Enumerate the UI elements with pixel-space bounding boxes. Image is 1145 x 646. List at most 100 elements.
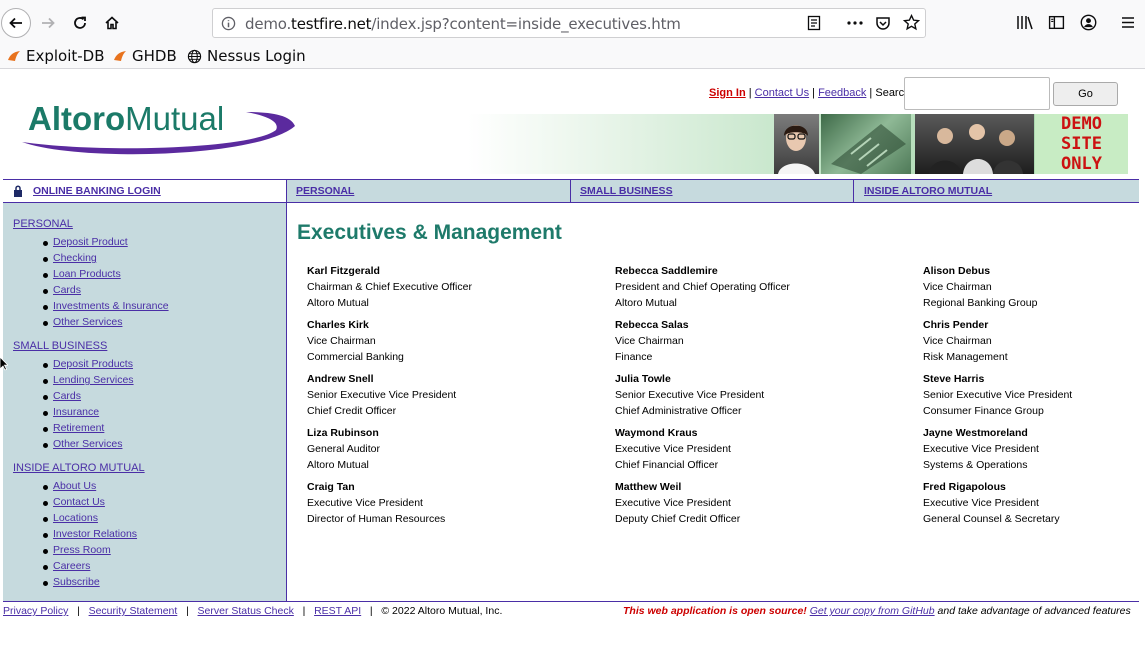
executive-title: President and Chief Operating Officer bbox=[615, 281, 790, 293]
executive-entry: Waymond Kraus Executive Vice President Chi… bbox=[615, 425, 915, 479]
sidebar-link-other-services[interactable]: Other Services bbox=[53, 316, 122, 328]
sidebar-heading-inside-altoro[interactable]: INSIDE ALTORO MUTUAL bbox=[13, 462, 145, 474]
open-source-notice: This web application is open source! Get… bbox=[623, 605, 1131, 617]
sidebar-link-cards[interactable]: Cards bbox=[53, 390, 81, 402]
url-text: demo.testfire.net/index.jsp?content=insi… bbox=[245, 15, 681, 33]
sidebar-link-lending-services[interactable]: Lending Services bbox=[53, 374, 134, 386]
footer-links: Privacy Policy | Security Statement | Se… bbox=[3, 605, 503, 617]
sidebar-link-locations[interactable]: Locations bbox=[53, 512, 98, 524]
executive-title: Senior Executive Vice President bbox=[615, 389, 765, 401]
back-arrow-icon bbox=[9, 17, 22, 29]
sidebar-item: Locations bbox=[43, 512, 137, 528]
account-icon[interactable] bbox=[1080, 14, 1097, 31]
sidebar-link-loan-products[interactable]: Loan Products bbox=[53, 268, 121, 280]
bookmark-exploit-db[interactable]: Exploit-DB bbox=[7, 47, 105, 65]
forward-arrow-icon bbox=[42, 17, 55, 29]
executives-column-3: Alison Debus Vice Chairman Regional Bankin… bbox=[923, 263, 1133, 533]
sidebar-toggle-icon[interactable] bbox=[1048, 14, 1065, 31]
sidebar-link-insurance[interactable]: Insurance bbox=[53, 406, 99, 418]
page-actions-icon[interactable] bbox=[846, 15, 864, 31]
url-bar[interactable]: demo.testfire.net/index.jsp?content=insi… bbox=[212, 8, 926, 38]
sidebar-link-contact-us[interactable]: Contact Us bbox=[53, 496, 105, 508]
pocket-icon[interactable] bbox=[875, 15, 891, 31]
sidebar-link-about-us[interactable]: About Us bbox=[53, 480, 96, 492]
sidebar-heading-personal[interactable]: PERSONAL bbox=[13, 218, 73, 230]
mouse-cursor-icon bbox=[0, 357, 8, 371]
home-button[interactable] bbox=[98, 9, 126, 37]
executive-title: Senior Executive Vice President bbox=[307, 389, 457, 401]
executive-dept: Chief Administrative Officer bbox=[615, 405, 742, 417]
executive-title: Executive Vice President bbox=[923, 497, 1039, 509]
sidebar-item: Deposit Product bbox=[43, 236, 169, 252]
sidebar-link-deposit-products[interactable]: Deposit Products bbox=[53, 358, 133, 370]
executive-title: General Auditor bbox=[307, 443, 380, 455]
go-button[interactable]: Go bbox=[1053, 82, 1118, 106]
bookmark-ghdb[interactable]: GHDB bbox=[113, 47, 177, 65]
tab-small-business[interactable]: SMALL BUSINESS bbox=[571, 180, 854, 202]
demo-site-only-badge: DEMO SITE ONLY bbox=[1035, 114, 1128, 174]
sidebar-list-small-business: Deposit Products Lending Services Cards … bbox=[43, 358, 134, 454]
main-nav: ONLINE BANKING LOGIN PERSONAL SMALL BUSI… bbox=[3, 179, 1139, 203]
sidebar-item: Insurance bbox=[43, 406, 134, 422]
bookmark-nessus-login[interactable]: Nessus Login bbox=[187, 47, 306, 65]
sidebar-link-investments-insurance[interactable]: Investments & Insurance bbox=[53, 300, 169, 312]
altoro-mutual-logo[interactable]: AltoroMutual bbox=[18, 98, 298, 158]
online-banking-login-link[interactable]: ONLINE BANKING LOGIN bbox=[33, 185, 161, 197]
small-business-link[interactable]: SMALL BUSINESS bbox=[580, 185, 673, 197]
library-icon[interactable] bbox=[1016, 14, 1034, 31]
sidebar-link-subscribe[interactable]: Subscribe bbox=[53, 576, 100, 588]
lock-icon bbox=[14, 185, 22, 197]
sign-in-link[interactable]: Sign In bbox=[709, 87, 746, 99]
sidebar-link-retirement[interactable]: Retirement bbox=[53, 422, 104, 434]
home-icon bbox=[105, 16, 119, 30]
sidebar-item: Contact Us bbox=[43, 496, 137, 512]
executive-title: Vice Chairman bbox=[307, 335, 376, 347]
executive-entry: Liza Rubinson General Auditor Altoro Mutua… bbox=[307, 425, 607, 479]
server-status-link[interactable]: Server Status Check bbox=[198, 605, 294, 617]
top-links: Sign In | Contact Us | Feedback | Search bbox=[709, 87, 911, 99]
browser-toolbar: demo.testfire.net/index.jsp?content=insi… bbox=[0, 0, 1145, 46]
github-link[interactable]: Get your copy from GitHub bbox=[810, 605, 935, 617]
executive-title: Executive Vice President bbox=[615, 497, 731, 509]
back-button[interactable] bbox=[1, 8, 31, 38]
executive-entry: Jayne Westmoreland Executive Vice Preside… bbox=[923, 425, 1133, 479]
online-banking-login-cell: ONLINE BANKING LOGIN bbox=[3, 180, 287, 202]
rest-api-link[interactable]: REST API bbox=[314, 605, 361, 617]
bookmarks-bar: Exploit-DB GHDB Nessus Login bbox=[0, 46, 1145, 69]
inside-altoro-link[interactable]: INSIDE ALTORO MUTUAL bbox=[864, 185, 992, 197]
sidebar-link-careers[interactable]: Careers bbox=[53, 560, 90, 572]
feedback-link[interactable]: Feedback bbox=[818, 87, 866, 99]
search-input[interactable] bbox=[904, 77, 1050, 110]
executive-title: Executive Vice President bbox=[923, 443, 1039, 455]
forward-button[interactable] bbox=[34, 9, 62, 37]
executive-name: Craig Tan bbox=[307, 481, 355, 493]
sidebar-heading-small-business[interactable]: SMALL BUSINESS bbox=[13, 340, 107, 352]
tab-personal[interactable]: PERSONAL bbox=[287, 180, 571, 202]
executive-name: Steve Harris bbox=[923, 373, 985, 385]
sidebar-link-checking[interactable]: Checking bbox=[53, 252, 97, 264]
sidebar-link-deposit-product[interactable]: Deposit Product bbox=[53, 236, 128, 248]
sidebar-link-cards[interactable]: Cards bbox=[53, 284, 81, 296]
sidebar-item: Loan Products bbox=[43, 268, 169, 284]
tab-inside-altoro[interactable]: INSIDE ALTORO MUTUAL bbox=[854, 180, 1139, 202]
web-page: AltoroMutual Sign In | Contact Us | Feed… bbox=[0, 70, 1145, 646]
reader-view-icon[interactable] bbox=[806, 15, 822, 31]
sidebar-item: Cards bbox=[43, 390, 134, 406]
contact-us-link[interactable]: Contact Us bbox=[755, 87, 809, 99]
executive-entry: Andrew Snell Senior Executive Vice Presid… bbox=[307, 371, 607, 425]
privacy-policy-link[interactable]: Privacy Policy bbox=[3, 605, 68, 617]
executive-dept: Regional Banking Group bbox=[923, 297, 1038, 309]
executive-name: Chris Pender bbox=[923, 319, 989, 331]
sidebar-link-investor-relations[interactable]: Investor Relations bbox=[53, 528, 137, 540]
executives-column-1: Karl Fitzgerald Chairman & Chief Executiv… bbox=[307, 263, 607, 533]
executive-title: Senior Executive Vice President bbox=[923, 389, 1073, 401]
sidebar-link-press-room[interactable]: Press Room bbox=[53, 544, 111, 556]
security-statement-link[interactable]: Security Statement bbox=[89, 605, 178, 617]
sidebar-link-other-services[interactable]: Other Services bbox=[53, 438, 122, 450]
executive-dept: Altoro Mutual bbox=[307, 459, 369, 471]
info-icon[interactable] bbox=[221, 16, 236, 31]
reload-button[interactable] bbox=[66, 9, 94, 37]
personal-link[interactable]: PERSONAL bbox=[296, 185, 354, 197]
menu-icon[interactable] bbox=[1120, 15, 1136, 30]
bookmark-star-icon[interactable] bbox=[903, 14, 920, 31]
